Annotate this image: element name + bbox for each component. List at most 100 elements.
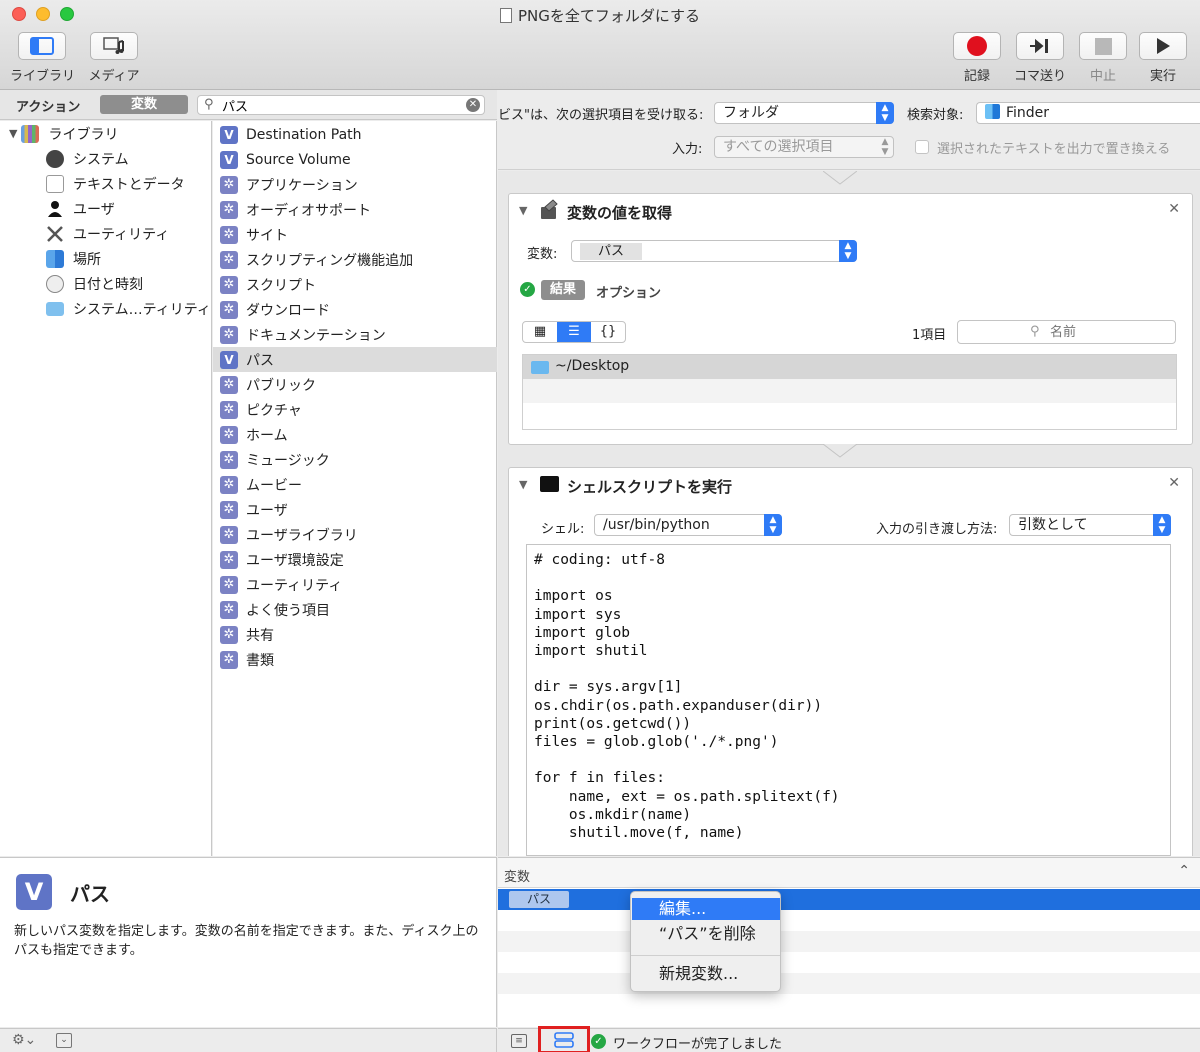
pass-input-select[interactable]: 引数として ▲ ▼ xyxy=(1009,514,1171,536)
list-item[interactable]: ✲ アプリケーション xyxy=(213,172,497,197)
list-item[interactable]: ✲ ムービー xyxy=(213,472,497,497)
category-system[interactable]: システム xyxy=(0,146,212,171)
list-item[interactable]: ✲ スクリプティング機能追加 xyxy=(213,247,497,272)
list-item[interactable]: ✲ ホーム xyxy=(213,422,497,447)
category-library[interactable]: ▼ ライブラリ xyxy=(0,121,212,146)
search-input[interactable] xyxy=(222,97,462,113)
show-variables-button[interactable] xyxy=(538,1026,590,1052)
category-label: システム xyxy=(73,151,129,168)
list-item[interactable]: ✲ ユーティリティ xyxy=(213,572,497,597)
collapse-triangle-icon[interactable]: ▼ xyxy=(519,478,527,491)
tab-options[interactable]: オプション xyxy=(596,282,661,301)
chevron-up-icon[interactable]: ⌃ xyxy=(1178,863,1190,879)
stop-icon xyxy=(1094,37,1112,55)
step-toolbar-box xyxy=(1016,32,1064,60)
list-item[interactable]: ✲ ユーザライブラリ xyxy=(213,522,497,547)
list-item[interactable]: ✲ ドキュメンテーション xyxy=(213,322,497,347)
library-toolbar-button[interactable]: ライブラリ xyxy=(10,32,76,84)
replace-text-checkbox[interactable] xyxy=(915,140,929,154)
tab-results[interactable]: 結果 xyxy=(541,280,585,300)
list-item-label: 書類 xyxy=(246,652,274,669)
list-item[interactable]: ✲ よく使う項目 xyxy=(213,597,497,622)
category-list: ▼ ライブラリ システム テキストとデータ ユーザ ユーティリティ 場所 日付と… xyxy=(0,121,212,856)
close-icon[interactable]: ✕ xyxy=(1168,201,1180,217)
category-date-time[interactable]: 日付と時刻 xyxy=(0,271,212,296)
category-system-utilities[interactable]: システム…ティリティ xyxy=(0,296,212,321)
get-variable-action-card[interactable]: ▼ 変数の値を取得 ✕ 変数: パス ▲ ▼ ✓ 結果 オプション ▦ ☰ {} … xyxy=(508,193,1193,445)
clear-search-icon[interactable]: ✕ xyxy=(466,98,480,112)
result-filter-field[interactable]: ⚲ xyxy=(957,320,1176,344)
log-list-icon[interactable]: ≡ xyxy=(511,1034,527,1048)
menu-item-new-variable[interactable]: 新規変数... xyxy=(632,963,780,985)
view-mode-segmented[interactable]: ▦ ☰ {} xyxy=(522,321,626,343)
list-item[interactable]: ✲ 共有 xyxy=(213,622,497,647)
menu-item-edit[interactable]: 編集... xyxy=(632,898,780,920)
record-toolbar-button[interactable]: 記録 xyxy=(951,32,1003,84)
search-field[interactable]: ⚲ ✕ xyxy=(197,95,485,115)
category-user[interactable]: ユーザ xyxy=(0,196,212,221)
result-path: ~/Desktop xyxy=(555,358,630,374)
list-item[interactable]: ✲ サイト xyxy=(213,222,497,247)
table-row[interactable]: ~/Desktop xyxy=(523,355,1176,379)
list-item[interactable]: ✲ ピクチャ xyxy=(213,397,497,422)
input-select[interactable]: すべての選択項目 ▲ ▼ xyxy=(714,136,894,158)
list-item-selected[interactable]: V パス xyxy=(213,347,497,372)
result-filter-input[interactable] xyxy=(1050,324,1160,339)
tab-variables[interactable]: 変数 xyxy=(100,95,188,114)
toggle-description-icon[interactable]: ⌄ xyxy=(56,1033,72,1048)
terminal-icon xyxy=(540,476,559,492)
category-location[interactable]: 場所 xyxy=(0,246,212,271)
list-item[interactable]: ✲ パブリック xyxy=(213,372,497,397)
receives-type-select[interactable]: フォルダ ▲ ▼ xyxy=(714,102,894,124)
list-item[interactable]: ✲ ユーザ xyxy=(213,497,497,522)
list-item[interactable]: ✲ ダウンロード xyxy=(213,297,497,322)
library-books-icon xyxy=(21,124,40,143)
category-label: ユーザ xyxy=(73,201,115,218)
list-item-label: オーディオサポート xyxy=(246,202,372,219)
window-title: PNGを全てフォルダにする xyxy=(0,5,1200,26)
media-toolbar-label: メディア xyxy=(88,69,140,84)
close-icon[interactable]: ✕ xyxy=(1168,475,1180,491)
stop-toolbar-button[interactable]: 中止 xyxy=(1077,32,1129,84)
shell-select[interactable]: /usr/bin/python ▲ ▼ xyxy=(594,514,782,536)
stop-toolbar-box xyxy=(1079,32,1127,60)
gear-icon: ✲ xyxy=(220,600,238,619)
icon-view-icon[interactable]: ▦ xyxy=(523,322,557,342)
pass-input-label: 入力の引き渡し方法: xyxy=(876,522,998,537)
variable-select[interactable]: パス ▲ ▼ xyxy=(571,240,857,262)
gear-icon: ✲ xyxy=(220,475,238,494)
list-view-icon[interactable]: ☰ xyxy=(557,322,591,342)
list-item[interactable]: ✲ ミュージック xyxy=(213,447,497,472)
disclosure-triangle-icon[interactable]: ▼ xyxy=(9,127,17,140)
json-view-icon[interactable]: {} xyxy=(591,322,625,342)
description-title: パス xyxy=(70,882,110,906)
variable-label: 変数: xyxy=(527,247,558,262)
text-data-icon xyxy=(46,174,64,193)
gear-icon: ✲ xyxy=(220,450,238,469)
tab-actions[interactable]: アクション xyxy=(16,96,80,115)
gear-menu-icon[interactable]: ⚙⌄ xyxy=(12,1032,36,1048)
menu-item-delete[interactable]: “パス”を削除 xyxy=(632,923,780,945)
library-toolbar-label: ライブラリ xyxy=(10,69,76,84)
run-toolbar-button[interactable]: 実行 xyxy=(1137,32,1189,84)
collapse-triangle-icon[interactable]: ▼ xyxy=(519,204,527,217)
step-toolbar-button[interactable]: コマ送り xyxy=(1011,32,1069,84)
category-label: 場所 xyxy=(73,251,101,268)
category-text-data[interactable]: テキストとデータ xyxy=(0,171,212,196)
variable-row-selected[interactable]: パス xyxy=(498,889,1200,910)
list-item-label: ドキュメンテーション xyxy=(246,327,386,344)
media-toolbar-button[interactable]: メディア xyxy=(84,32,144,84)
list-item[interactable]: ✲ ユーザ環境設定 xyxy=(213,547,497,572)
search-target-select[interactable]: Finder xyxy=(976,102,1200,124)
list-item[interactable]: ✲ 書類 xyxy=(213,647,497,672)
list-item[interactable]: V Destination Path xyxy=(213,122,497,147)
finder-icon xyxy=(985,104,1000,119)
list-item[interactable]: ✲ オーディオサポート xyxy=(213,197,497,222)
list-item[interactable]: ✲ スクリプト xyxy=(213,272,497,297)
category-utilities[interactable]: ユーティリティ xyxy=(0,221,212,246)
list-item[interactable]: V Source Volume xyxy=(213,147,497,172)
gear-icon: ✲ xyxy=(220,525,238,544)
script-editor[interactable]: # coding: utf-8 import os import sys imp… xyxy=(526,544,1171,856)
clock-icon xyxy=(46,274,64,293)
variable-icon: V xyxy=(16,874,52,910)
